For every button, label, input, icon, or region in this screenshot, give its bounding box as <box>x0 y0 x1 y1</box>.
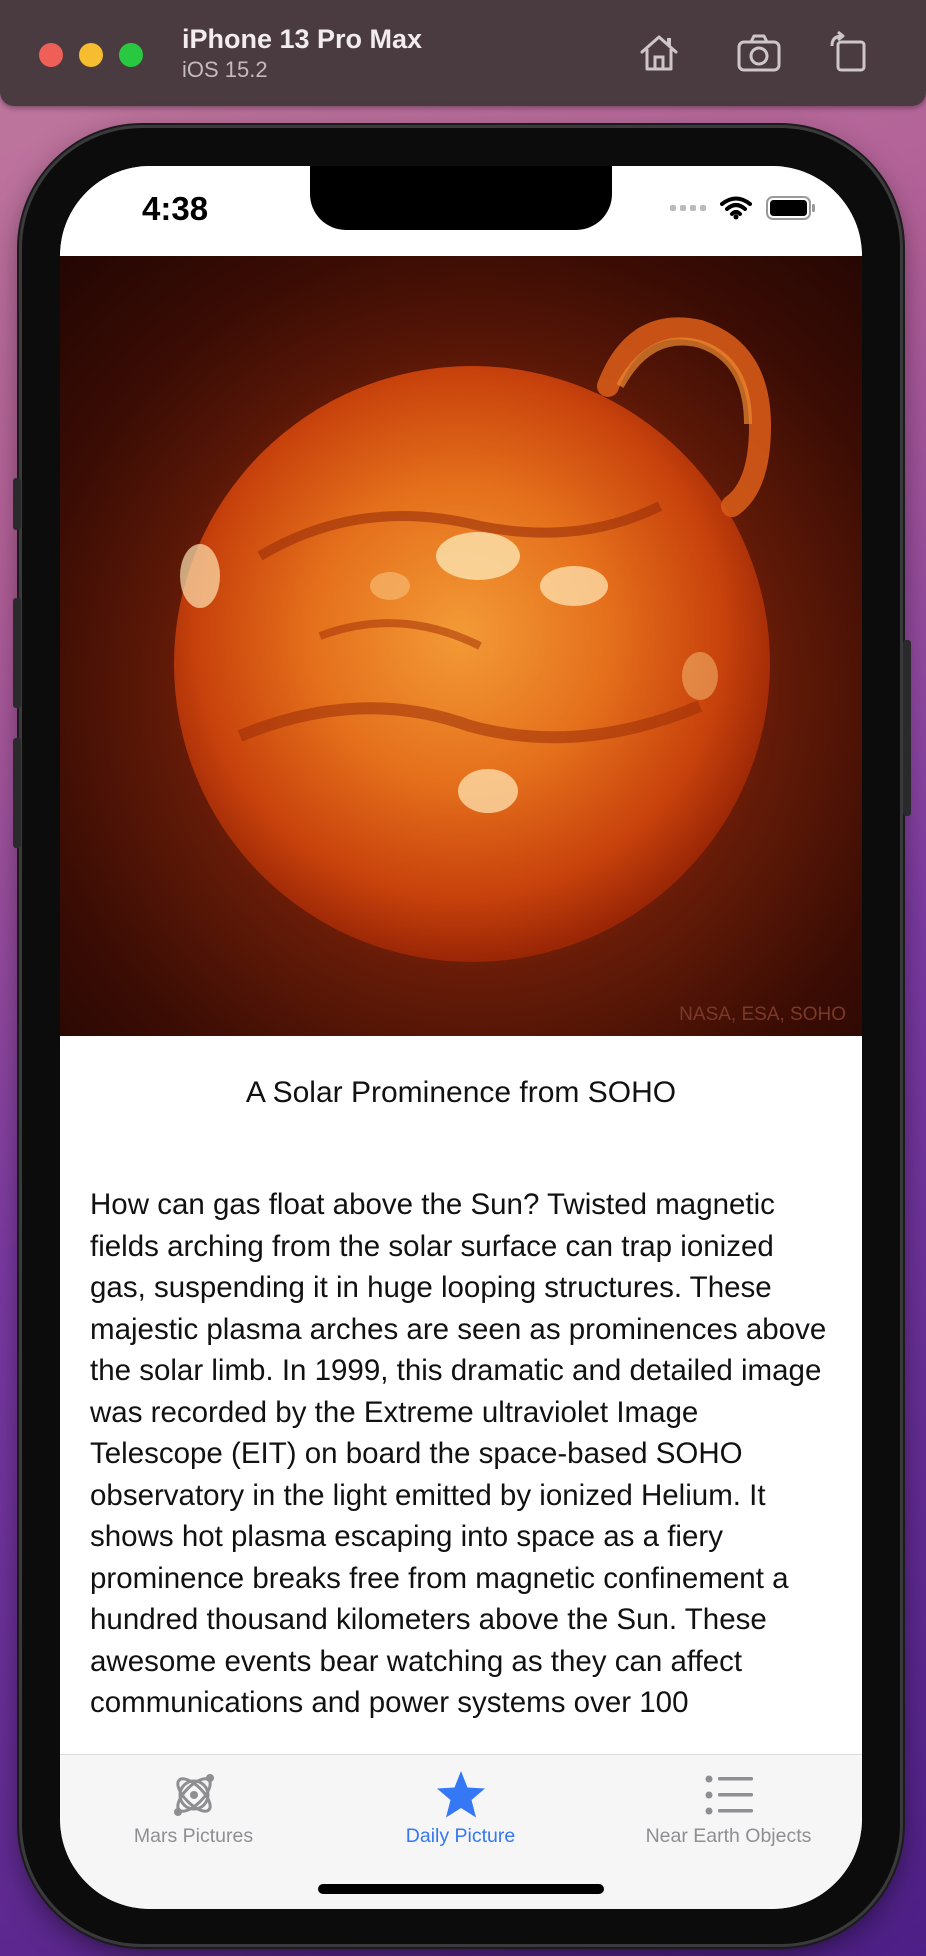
mute-switch <box>13 478 21 530</box>
sun-image <box>152 317 792 984</box>
home-icon[interactable] <box>634 28 684 78</box>
tab-label: Daily Picture <box>405 1825 516 1847</box>
home-indicator[interactable] <box>318 1884 604 1894</box>
power-button <box>903 640 911 816</box>
atom-icon <box>168 1769 220 1821</box>
simulator-titlebar: iPhone 13 Pro Max iOS 15.2 <box>0 0 926 106</box>
image-credit: NASA, ESA, SOHO <box>679 1004 846 1025</box>
rotate-icon[interactable] <box>824 28 874 78</box>
tab-label: Mars Pictures <box>133 1825 254 1847</box>
os-version: iOS 15.2 <box>182 57 268 82</box>
list-icon <box>703 1769 755 1821</box>
apod-explanation: How can gas float above the Sun? Twisted… <box>90 1188 827 1719</box>
notch <box>310 166 612 230</box>
minimize-window-button[interactable] <box>79 43 103 67</box>
status-time: 4:38 <box>142 190 209 227</box>
volume-up-button <box>13 598 21 708</box>
volume-down-button <box>13 738 21 848</box>
screenshot-icon[interactable] <box>734 28 784 78</box>
apod-title: A Solar Prominence from SOHO <box>245 1076 677 1109</box>
tab-mars-pictures[interactable]: Mars Pictures <box>60 1765 327 1885</box>
device-name: iPhone 13 Pro Max <box>182 24 423 54</box>
battery-icon <box>766 196 815 220</box>
cellular-signal-icon <box>670 205 706 211</box>
close-window-button[interactable] <box>39 43 63 67</box>
wifi-icon <box>720 196 752 220</box>
tab-near-earth-objects[interactable]: Near Earth Objects <box>595 1765 862 1885</box>
phone-screen: 4:38 NASA, ESA, SOHO A Solar Prominence … <box>60 166 862 1909</box>
apod-image: NASA, ESA, SOHO <box>60 256 862 1036</box>
status-bar: 4:38 <box>60 166 862 256</box>
status-icons <box>670 196 816 220</box>
tab-daily-picture[interactable]: Daily Picture <box>327 1765 594 1885</box>
zoom-window-button[interactable] <box>119 43 143 67</box>
tab-label: Near Earth Objects <box>645 1825 812 1847</box>
star-icon <box>435 1769 487 1821</box>
